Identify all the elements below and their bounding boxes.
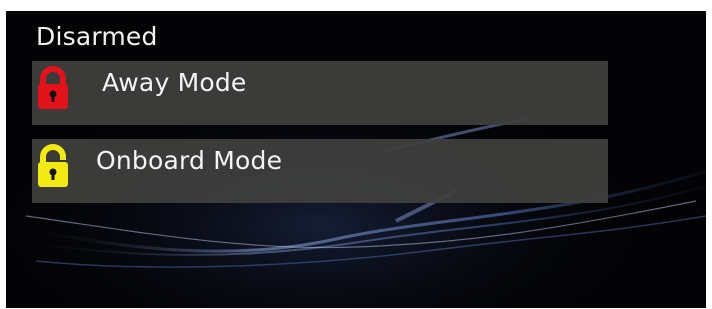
unlocked-padlock-icon	[38, 144, 68, 187]
system-status-label: Disarmed	[36, 22, 158, 51]
locked-padlock-icon	[38, 66, 68, 109]
alarm-panel-screen: Disarmed Away Mode Onboard Mode	[6, 11, 706, 308]
away-mode-button[interactable]: Away Mode	[32, 61, 608, 125]
onboard-mode-button[interactable]: Onboard Mode	[32, 139, 608, 203]
away-mode-label: Away Mode	[102, 68, 247, 97]
onboard-mode-label: Onboard Mode	[96, 146, 283, 175]
